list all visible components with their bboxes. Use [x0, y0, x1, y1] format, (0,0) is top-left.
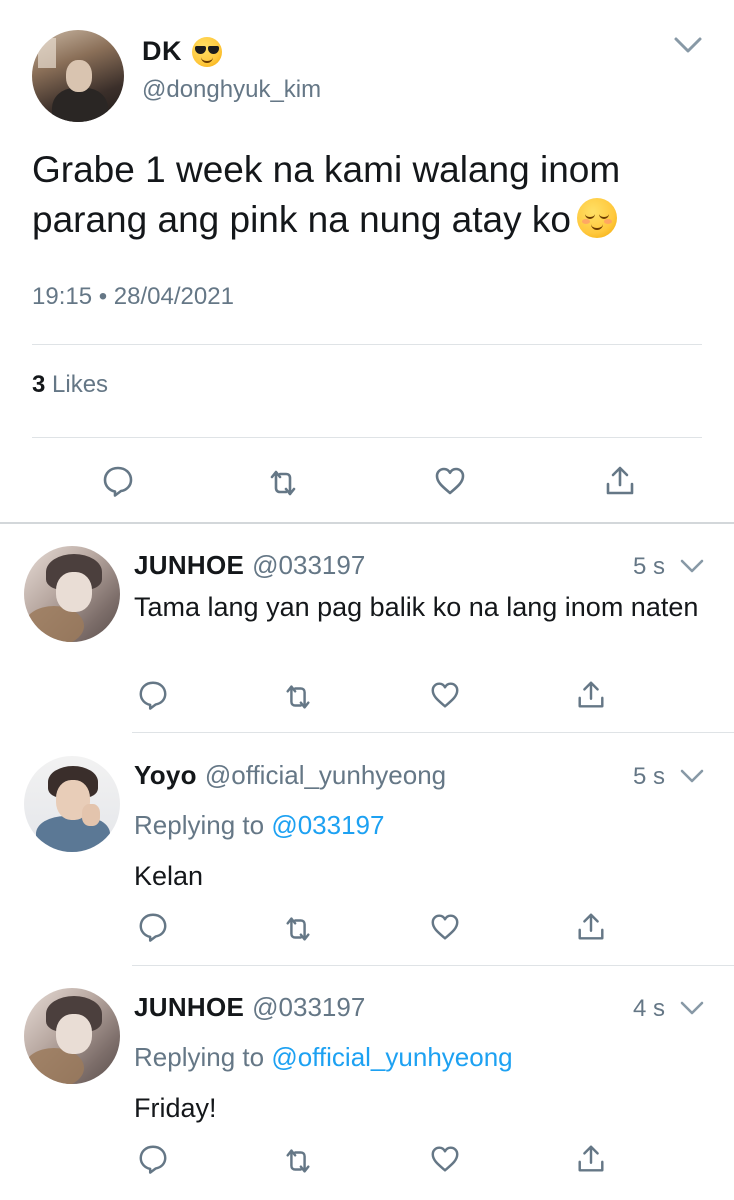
like-icon[interactable] [429, 911, 461, 943]
tweet-text: Grabe 1 week na kami walang inom parang … [32, 145, 712, 245]
avatar[interactable] [24, 988, 120, 1084]
reply-text: Friday! [134, 1093, 217, 1123]
display-name-text: DK [142, 36, 182, 66]
chevron-down-icon[interactable] [678, 766, 706, 786]
retweet-icon[interactable] [282, 1145, 314, 1177]
sunglasses-emoji-icon [192, 36, 222, 67]
share-icon[interactable] [575, 911, 607, 943]
reply-time[interactable]: 5 s [633, 553, 665, 581]
like-icon[interactable] [433, 464, 467, 498]
reply-icon[interactable] [137, 1143, 169, 1175]
handle[interactable]: @033197 [252, 550, 365, 580]
display-name[interactable]: Yoyo [134, 760, 197, 790]
replying-to: Replying to @033197 [134, 810, 384, 841]
tweet-text-body: Grabe 1 week na kami walang inom parang … [32, 149, 621, 240]
divider [32, 344, 702, 345]
share-icon[interactable] [603, 464, 637, 498]
divider [132, 732, 734, 733]
reply-icon[interactable] [137, 911, 169, 943]
divider [32, 437, 702, 438]
handle[interactable]: @donghyuk_kim [142, 76, 321, 104]
likes-label: Likes [52, 371, 109, 398]
likes-number: 3 [32, 371, 46, 398]
chevron-down-icon[interactable] [678, 556, 706, 576]
reply-time[interactable]: 4 s [633, 995, 665, 1023]
reply-time[interactable]: 5 s [633, 763, 665, 791]
replying-label: Replying to [134, 1042, 265, 1072]
reply-icon[interactable] [101, 464, 135, 498]
like-icon[interactable] [429, 679, 461, 711]
mention-link[interactable]: @033197 [271, 810, 384, 840]
reply-header: JUNHOE @033197 [134, 550, 365, 581]
avatar[interactable] [24, 756, 120, 852]
reply-text: Tama lang yan pag balik ko na lang inom … [134, 592, 699, 622]
share-icon[interactable] [575, 1143, 607, 1175]
display-name[interactable]: DK [142, 36, 222, 67]
reply-icon[interactable] [137, 679, 169, 711]
retweet-icon[interactable] [282, 913, 314, 945]
divider [0, 522, 734, 524]
mention-link[interactable]: @official_yunhyeong [271, 1042, 512, 1072]
relieved-emoji-icon [576, 198, 617, 238]
handle[interactable]: @official_yunhyeong [205, 760, 446, 790]
avatar[interactable] [24, 546, 120, 642]
reply-text: Kelan [134, 861, 204, 891]
chevron-down-icon[interactable] [672, 34, 704, 56]
display-name[interactable]: JUNHOE [134, 992, 244, 1022]
reply-header: Yoyo @official_yunhyeong [134, 760, 446, 791]
reply-header: JUNHOE @033197 [134, 992, 365, 1023]
retweet-icon[interactable] [282, 681, 314, 713]
display-name[interactable]: JUNHOE [134, 550, 244, 580]
replying-to: Replying to @official_yunhyeong [134, 1042, 513, 1073]
avatar[interactable] [32, 30, 124, 122]
chevron-down-icon[interactable] [678, 998, 706, 1018]
handle[interactable]: @033197 [252, 992, 365, 1022]
like-icon[interactable] [429, 1143, 461, 1175]
divider [132, 965, 734, 966]
likes-count[interactable]: 3 Likes [32, 371, 108, 399]
retweet-icon[interactable] [266, 466, 300, 500]
share-icon[interactable] [575, 679, 607, 711]
replying-label: Replying to [134, 810, 265, 840]
tweet-timestamp[interactable]: 19:15 • 28/04/2021 [32, 283, 234, 311]
